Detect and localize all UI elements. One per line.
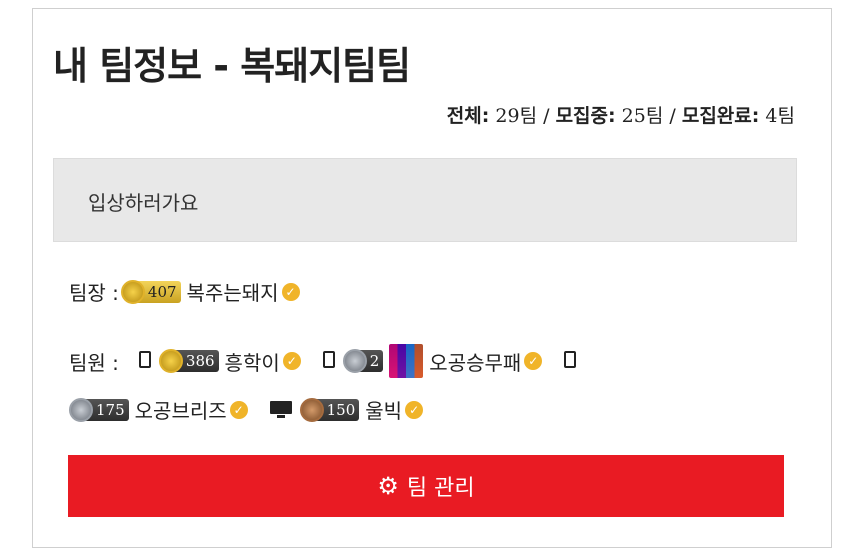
members-row-2: 175 오공브리즈 ✓ 150 울빅 ✓ [69,395,433,424]
stat-recruiting-value: 25팀 [621,105,664,127]
page-title: 내 팀정보 - 복돼지팀팀 [53,44,411,88]
rank-emblem-icon [120,279,145,304]
member-rank-badge: 150 [299,397,360,422]
monitor-icon [269,398,292,422]
stat-total-value: 29팀 [495,105,538,127]
check-badge-icon: ✓ [282,352,301,370]
leader-row: 팀장 : 407 복주는돼지 ✓ [69,277,310,306]
phone-icon [322,349,335,373]
rank-emblem-icon [299,397,324,422]
member-badge-level: 386 [185,352,215,370]
stat-complete-label: 모집완료: [681,105,760,127]
stat-complete-value: 4팀 [765,105,795,127]
team-info-card: 내 팀정보 - 복돼지팀팀 전체: 29팀 / 모집중: 25팀 / 모집완료:… [32,8,832,548]
gear-icon: ⚙ [377,472,399,500]
member-rank-badge: 2 [342,349,384,373]
leader-label: 팀장 : [69,281,119,305]
member-avatar [389,344,424,378]
team-stats: 전체: 29팀 / 모집중: 25팀 / 모집완료: 4팀 [447,101,795,128]
member-badge-level: 150 [326,400,356,419]
members-row: 팀원 : 386 흥학이 ✓ 2 오공승무패 ✓ [69,344,590,378]
member-name[interactable]: 오공브리즈 [135,395,227,424]
team-manage-button[interactable]: ⚙ 팀 관리 [68,455,784,517]
member-rank-badge: 386 [158,349,219,373]
phone-icon [138,349,151,373]
stat-separator: / [669,105,676,127]
member-name[interactable]: 울빅 [365,395,402,424]
check-badge-icon: ✓ [281,282,300,301]
rank-emblem-icon [69,397,93,422]
members-label: 팀원 : [69,350,119,375]
check-badge-icon: ✓ [229,400,248,419]
member-name[interactable]: 오공승무패 [429,347,521,376]
rank-emblem-icon [342,349,367,373]
member-rank-badge: 175 [69,397,129,422]
member-badge-level: 2 [369,352,380,370]
team-slogan: 입상하러가요 [88,191,199,215]
check-badge-icon: ✓ [524,352,543,370]
stat-separator: / [543,105,550,127]
phone-icon [564,349,577,373]
check-badge-icon: ✓ [405,400,424,419]
leader-rank-badge: 407 [120,279,181,304]
team-slogan-box: 입상하러가요 [53,158,797,242]
member-badge-level: 175 [96,400,125,419]
member-name[interactable]: 흥학이 [225,347,280,376]
leader-badge-level: 407 [147,282,177,301]
rank-emblem-icon [158,349,183,373]
team-manage-label: 팀 관리 [406,476,475,501]
stat-total-label: 전체: [446,105,490,127]
stat-recruiting-label: 모집중: [555,105,616,127]
leader-name[interactable]: 복주는돼지 [187,277,279,306]
